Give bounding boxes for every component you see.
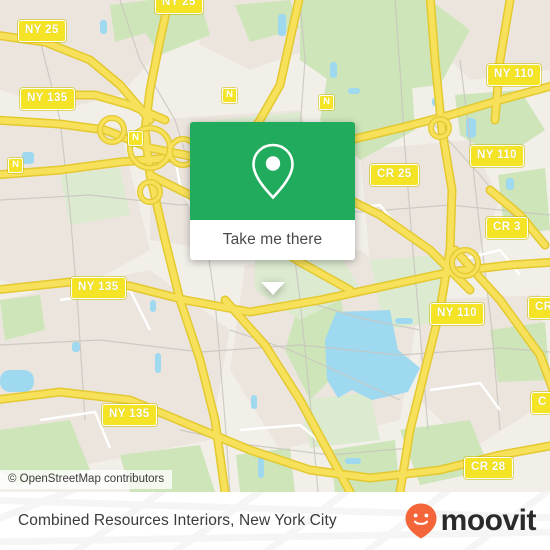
junction-marker: N <box>8 158 23 173</box>
route-shield: CR 25 <box>370 164 419 186</box>
junction-marker: N <box>319 95 334 110</box>
moovit-brand[interactable]: moovit <box>404 502 537 540</box>
route-shield: NY 110 <box>430 303 484 325</box>
location-callout-card[interactable]: Take me there <box>190 122 355 295</box>
junction-marker: N <box>222 88 237 103</box>
callout-icon-panel <box>190 122 355 220</box>
moovit-wordmark: moovit <box>440 504 537 537</box>
route-shield: NY 135 <box>102 404 157 426</box>
callout-pointer-tail <box>260 282 285 295</box>
route-shield: NY 110 <box>470 145 524 167</box>
map-pin-icon <box>251 143 294 200</box>
route-shield: CR 3 <box>486 217 528 239</box>
route-shield: C <box>531 392 550 414</box>
route-shield: NY 25 <box>155 0 203 14</box>
route-shield: CR 28 <box>464 457 513 479</box>
route-shield: NY 135 <box>71 277 126 299</box>
moovit-map-screenshot: NY 25 NY 25 NY 135 NY 110 NY 110 CR 25 CR 3 NY … <box>0 0 550 550</box>
take-me-there-label: Take me there <box>222 231 323 248</box>
route-shield: CR <box>528 297 550 319</box>
route-shield: NY 25 <box>18 20 66 42</box>
junction-marker: N <box>128 131 143 146</box>
moovit-smiley-pin-icon <box>405 503 437 539</box>
route-shield: NY 135 <box>20 88 75 110</box>
page-title: Combined Resources Interiors, New York C… <box>18 512 337 529</box>
footer-bar: Combined Resources Interiors, New York C… <box>0 492 550 550</box>
osm-attribution[interactable]: © OpenStreetMap contributors <box>0 470 173 489</box>
route-shield: NY 110 <box>487 64 541 86</box>
callout-action-panel[interactable]: Take me there <box>190 220 355 260</box>
map-canvas[interactable]: NY 25 NY 25 NY 135 NY 110 NY 110 CR 25 CR 3 NY … <box>0 0 550 492</box>
